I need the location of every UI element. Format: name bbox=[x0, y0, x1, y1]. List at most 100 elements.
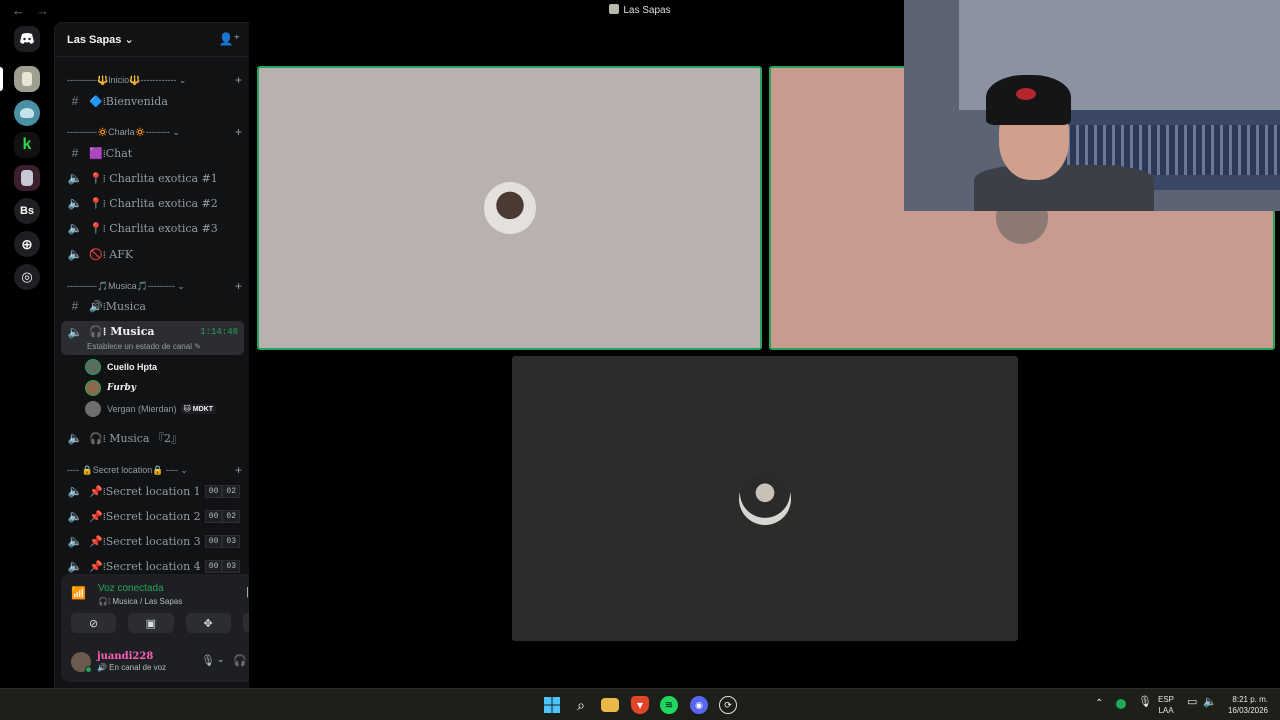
user-limit-badge: 00 03 bbox=[204, 535, 240, 548]
channel-secret-1[interactable]: 🔈 📌⁞Secret location 1 00 02 bbox=[61, 480, 244, 502]
spotify-icon[interactable]: ≋ bbox=[660, 696, 678, 714]
speaker-icon: 🔈 bbox=[67, 484, 83, 498]
server-bs-icon[interactable]: Bs bbox=[14, 198, 40, 224]
headphones-icon[interactable]: 🎧 bbox=[233, 654, 247, 667]
signal-icon[interactable]: 📶 bbox=[71, 586, 91, 606]
clock[interactable]: 8:21 p. m. 16/03/2026 bbox=[1224, 694, 1268, 716]
channel-charlita-2[interactable]: 🔈 📍⁞ Charlita exotica #2 bbox=[61, 192, 244, 214]
avatar bbox=[85, 401, 101, 417]
speaker-icon: 🔈 bbox=[67, 247, 83, 261]
tray-status-icon[interactable] bbox=[1116, 699, 1126, 709]
user-limit-badge: 00 03 bbox=[204, 560, 240, 573]
discord-home-icon[interactable] bbox=[14, 26, 40, 52]
participant-tile[interactable] bbox=[512, 356, 1018, 641]
microphone-tray-icon[interactable]: 🎙 bbox=[1138, 697, 1152, 708]
add-channel-icon[interactable]: + bbox=[235, 125, 242, 139]
webcam-person-body bbox=[974, 165, 1154, 211]
avatar bbox=[85, 380, 101, 396]
username[interactable]: juandi228 bbox=[97, 651, 153, 662]
add-server-icon[interactable]: ⊕ bbox=[14, 231, 40, 257]
channel-sidebar: Las Sapas ⌄ 👤⁺ ----------🔱Inicio🔱-------… bbox=[54, 22, 298, 688]
add-channel-icon[interactable]: + bbox=[235, 73, 242, 87]
channel-musica-2[interactable]: 🔈 🎧⁞ Musica 『2』 bbox=[61, 427, 244, 449]
channel-secret-2[interactable]: 🔈 📌⁞Secret location 2 00 02 bbox=[61, 505, 244, 527]
voice-user[interactable]: Vergan (Mierdan) 🐱 MDKT bbox=[85, 399, 217, 419]
avatar bbox=[85, 359, 101, 375]
speaker-icon: 🔈 bbox=[67, 325, 83, 339]
search-icon[interactable]: ⌕ bbox=[572, 696, 590, 714]
chevron-down-icon: ⌄ bbox=[124, 34, 134, 46]
user-tag: 🐱 MDKT bbox=[180, 404, 217, 414]
selected-server-pill bbox=[0, 67, 3, 91]
speaker-icon: 🔈 bbox=[67, 171, 83, 185]
microphone-icon[interactable]: 🎙 bbox=[201, 654, 215, 667]
category-inicio[interactable]: ----------🔱Inicio🔱------------ ⌄ + bbox=[67, 73, 242, 89]
channel-status[interactable]: Establece un estado de canal ✎ bbox=[87, 342, 201, 351]
network-icon[interactable]: ▭ bbox=[1187, 697, 1197, 708]
activities-button[interactable]: ✥ bbox=[185, 613, 231, 633]
screen-share-icon: ▣ bbox=[145, 617, 157, 630]
channel-chat[interactable]: # 🟪⁞Chat bbox=[61, 142, 244, 164]
speaker-icon: 🔈 bbox=[67, 196, 83, 210]
server-las-sapas-icon[interactable] bbox=[14, 66, 40, 92]
server-name[interactable]: Las Sapas ⌄ bbox=[67, 33, 134, 46]
avatar bbox=[739, 472, 791, 525]
speaker-icon: 🔈 bbox=[67, 559, 83, 573]
windows-taskbar: ⌕ ▾ ≋ ◉ ⟳ ⌃ 🎙 ESP LAA ▭ 🔈 8:21 p. m. 16/03… bbox=[0, 688, 1280, 720]
user-limit-badge: 00 02 bbox=[204, 510, 240, 523]
activities-icon: ✥ bbox=[203, 617, 213, 630]
file-explorer-icon[interactable] bbox=[601, 698, 619, 712]
speaker-icon: 🔈 bbox=[67, 509, 83, 523]
channel-afk[interactable]: 🔈 🚫⁞ AFK bbox=[61, 243, 244, 265]
add-member-icon[interactable]: 👤⁺ bbox=[219, 32, 240, 46]
server-icon bbox=[609, 4, 620, 14]
add-channel-icon[interactable]: + bbox=[235, 279, 242, 293]
camera-off-icon: ⊘ bbox=[89, 617, 99, 630]
speaker-icon: 🔈 bbox=[67, 431, 83, 445]
text-channel-icon: # bbox=[71, 94, 79, 108]
speaker-icon: 🔈 bbox=[67, 221, 83, 235]
user-status: 🔊 En canal de voz bbox=[97, 663, 167, 672]
voice-location[interactable]: 🎧⁞ Musica / Las Sapas bbox=[98, 597, 182, 606]
category-musica[interactable]: ----------🎵Musica🎵--------- ⌄ + bbox=[67, 279, 242, 295]
participant-tile[interactable] bbox=[257, 66, 762, 350]
online-status-dot bbox=[85, 666, 92, 673]
voice-user[interactable]: Furby bbox=[85, 378, 136, 398]
server-cat-icon[interactable] bbox=[14, 100, 40, 126]
voice-status[interactable]: Voz conectada bbox=[98, 583, 164, 594]
windows-start-icon[interactable] bbox=[543, 696, 561, 714]
text-channel-icon: # bbox=[71, 146, 79, 160]
server-k-icon[interactable]: k bbox=[14, 132, 40, 158]
show-hidden-icons-icon[interactable]: ⌃ bbox=[1095, 698, 1103, 709]
screen-share-button[interactable]: ▣ bbox=[128, 613, 174, 633]
server-rail: k Bs ⊕ ◎ bbox=[0, 22, 54, 688]
channel-bienvenida[interactable]: # 🔷⁞Bienvenida bbox=[61, 90, 244, 112]
server-header[interactable]: Las Sapas ⌄ 👤⁺ bbox=[55, 23, 250, 57]
category-charla[interactable]: ----------🔅Charla🔅-------- ⌄ + bbox=[67, 125, 242, 141]
channel-musica-voice-active[interactable]: 🔈 🎧⁞ Musica 1:14:48 Establece un estado de … bbox=[61, 321, 244, 355]
discord-taskbar-icon[interactable]: ◉ bbox=[690, 696, 708, 714]
app-icon[interactable]: ⟳ bbox=[719, 696, 737, 714]
cap-logo bbox=[1016, 88, 1036, 100]
compass-icon[interactable]: ◎ bbox=[14, 264, 40, 290]
text-channel-icon: # bbox=[71, 299, 79, 313]
channel-musica-text[interactable]: # 🔊⁞Musica bbox=[61, 295, 244, 317]
call-timer: 1:14:48 bbox=[200, 327, 238, 337]
avatar bbox=[483, 182, 536, 234]
input-language[interactable]: ESP LAA bbox=[1158, 694, 1174, 716]
channel-charlita-3[interactable]: 🔈 📍⁞ Charlita exotica #3 bbox=[61, 217, 244, 239]
add-channel-icon[interactable]: + bbox=[235, 463, 242, 477]
speaker-icon: 🔈 bbox=[67, 534, 83, 548]
channel-charlita-1[interactable]: 🔈 📍⁞ Charlita exotica #1 bbox=[61, 167, 244, 189]
chevron-down-icon[interactable]: ⌄ bbox=[217, 654, 225, 665]
camera-off-button[interactable]: ⊘ bbox=[71, 613, 117, 633]
webcam-person-cap bbox=[986, 75, 1071, 125]
volume-icon[interactable]: 🔈 bbox=[1203, 697, 1217, 708]
voice-user[interactable]: Cuello Hpta bbox=[85, 357, 157, 377]
brave-browser-icon[interactable]: ▾ bbox=[631, 696, 649, 714]
user-limit-badge: 00 02 bbox=[204, 485, 240, 498]
server-anime-icon[interactable] bbox=[14, 165, 40, 191]
webcam-overlay bbox=[904, 0, 1280, 211]
channel-secret-3[interactable]: 🔈 📌⁞Secret location 3 00 03 bbox=[61, 530, 244, 552]
category-secret-location[interactable]: ---- 🔒Secret location🔒 ---- ⌄ + bbox=[67, 463, 242, 479]
